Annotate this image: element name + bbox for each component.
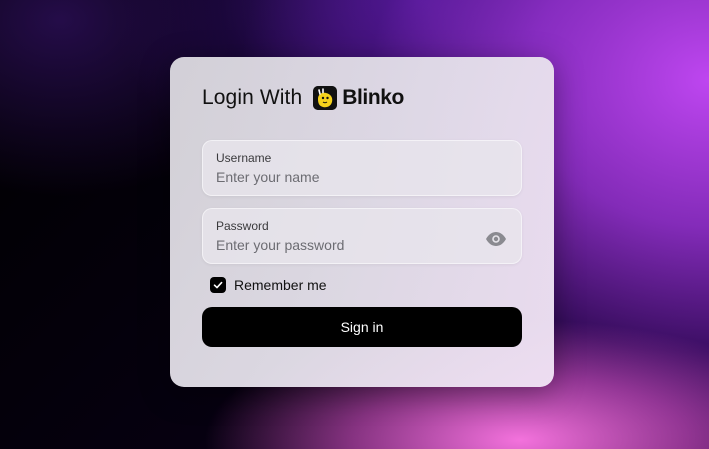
sign-in-button[interactable]: Sign in	[202, 307, 522, 347]
username-label: Username	[216, 151, 272, 165]
remember-me-checkbox[interactable]	[210, 277, 226, 293]
username-input[interactable]	[216, 167, 466, 187]
eye-icon[interactable]	[485, 231, 507, 247]
login-title: Login With	[202, 86, 303, 109]
remember-me-option[interactable]: Remember me	[210, 277, 327, 293]
password-field[interactable]: Password	[202, 208, 522, 264]
blinko-logo-icon	[313, 86, 338, 110]
login-header: Login With Blinko	[202, 83, 404, 113]
remember-me-label: Remember me	[234, 277, 327, 293]
check-icon	[213, 281, 223, 289]
username-field[interactable]: Username	[202, 140, 522, 196]
brand-logo: Blinko	[313, 86, 404, 110]
password-label: Password	[216, 219, 269, 233]
login-card: Login With Blinko Username Password	[170, 57, 554, 387]
brand-name: Blinko	[342, 86, 404, 109]
password-input[interactable]	[216, 235, 466, 255]
